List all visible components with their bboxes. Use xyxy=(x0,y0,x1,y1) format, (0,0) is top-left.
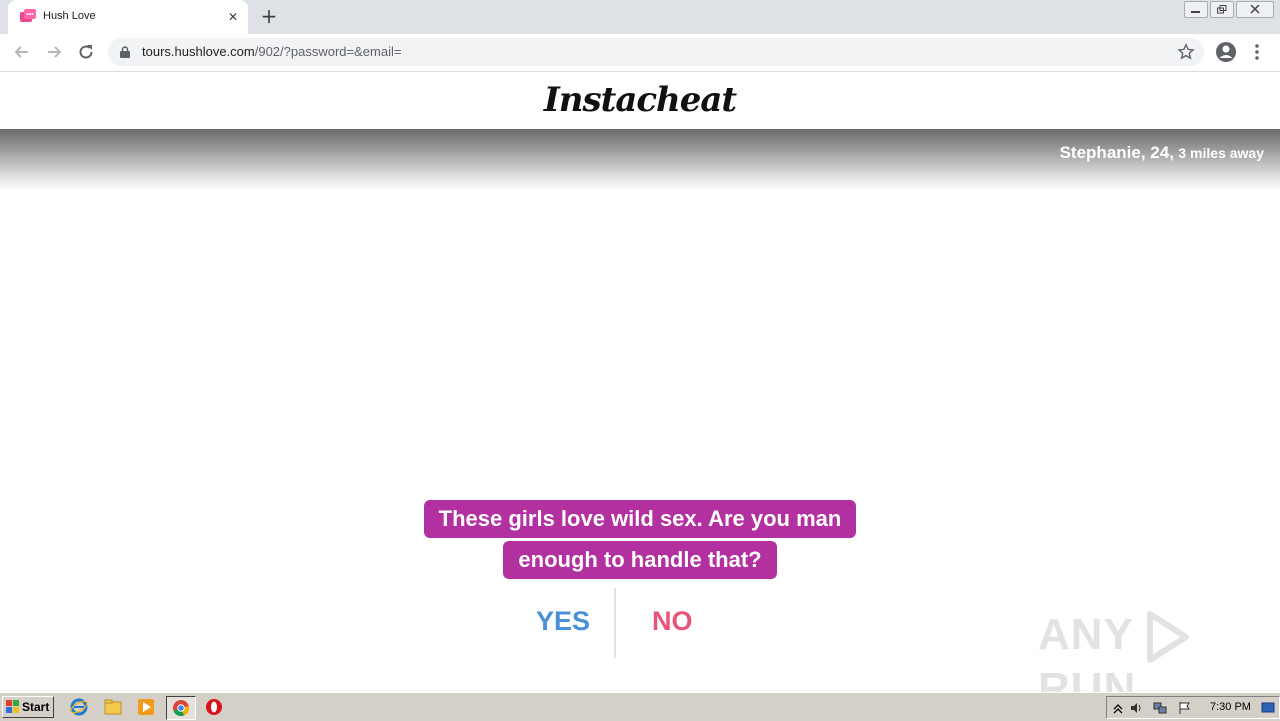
plus-icon[interactable]: + xyxy=(258,6,280,28)
browser-tab[interactable]: Hush Love ✕ xyxy=(8,0,248,34)
folder-icon[interactable] xyxy=(104,698,122,716)
chrome-icon xyxy=(173,700,190,717)
star-icon[interactable] xyxy=(1177,43,1195,61)
window-close-button[interactable] xyxy=(1236,1,1274,18)
url-host: tours.hushlove.com xyxy=(142,44,255,59)
answer-divider xyxy=(614,588,616,658)
question-bubble: These girls love wild sex. Are you man e… xyxy=(0,500,1280,579)
back-arrow-icon[interactable] xyxy=(12,42,32,62)
browser-toolbar: tours.hushlove.com/902/?password=&email= xyxy=(0,34,1280,72)
chrome-taskbar-button[interactable] xyxy=(166,696,196,720)
account-icon[interactable] xyxy=(1215,41,1237,63)
address-bar[interactable]: tours.hushlove.com/902/?password=&email= xyxy=(108,38,1204,66)
lock-icon xyxy=(120,46,130,58)
arrow-up-icon[interactable] xyxy=(1111,701,1125,715)
profile-header: Stephanie, 24, 3 miles away xyxy=(0,129,1280,191)
flag-icon[interactable] xyxy=(1177,701,1191,715)
network-icon[interactable] xyxy=(1153,701,1167,715)
window-close-icon xyxy=(1250,5,1260,14)
profile-distance: 3 miles away xyxy=(1178,145,1264,161)
reload-icon[interactable] xyxy=(76,42,96,62)
windows-flag-icon xyxy=(6,700,19,713)
restore-icon xyxy=(1217,5,1227,14)
system-tray: 7:30 PM xyxy=(1106,696,1280,719)
more-vert-icon[interactable] xyxy=(1252,42,1262,62)
question-line-2: enough to handle that? xyxy=(503,541,777,579)
media-player-icon[interactable] xyxy=(137,698,155,716)
anyrun-watermark: ANY RUN xyxy=(1038,610,1280,692)
close-icon[interactable]: ✕ xyxy=(225,9,241,25)
clock: 7:30 PM xyxy=(1210,701,1251,713)
start-label: Start xyxy=(22,700,50,714)
opera-icon[interactable] xyxy=(205,698,223,716)
watermark-any: ANY xyxy=(1038,610,1134,659)
restore-button[interactable] xyxy=(1210,1,1234,18)
monitor-icon[interactable] xyxy=(1261,701,1275,715)
site-logo: Instacheat xyxy=(543,80,737,120)
no-button[interactable]: NO xyxy=(652,606,693,637)
minimize-icon xyxy=(1191,11,1200,13)
forward-arrow-icon[interactable] xyxy=(44,42,64,62)
profile-info: Stephanie, 24, 3 miles away xyxy=(1060,143,1264,163)
ie-icon[interactable] xyxy=(70,698,88,716)
url-path: /902/?password=&email= xyxy=(254,44,402,59)
speaker-icon[interactable] xyxy=(1129,701,1143,715)
tab-strip: Hush Love ✕ + xyxy=(0,0,1280,34)
taskbar: Start 7:30 PM xyxy=(0,692,1280,721)
url-text: tours.hushlove.com/902/?password=&email= xyxy=(142,44,401,59)
start-button[interactable]: Start xyxy=(2,696,54,718)
watermark-run: RUN xyxy=(1038,664,1137,692)
play-icon xyxy=(1147,611,1190,664)
tab-title: Hush Love xyxy=(43,10,96,22)
question-line-1: These girls love wild sex. Are you man xyxy=(423,500,857,538)
yes-button[interactable]: YES xyxy=(536,606,590,637)
profile-name: Stephanie, 24, xyxy=(1059,143,1174,162)
favicon-icon xyxy=(20,9,36,22)
page-viewport: Instacheat Stephanie, 24, 3 miles away T… xyxy=(0,72,1280,692)
minimize-button[interactable] xyxy=(1184,1,1208,18)
